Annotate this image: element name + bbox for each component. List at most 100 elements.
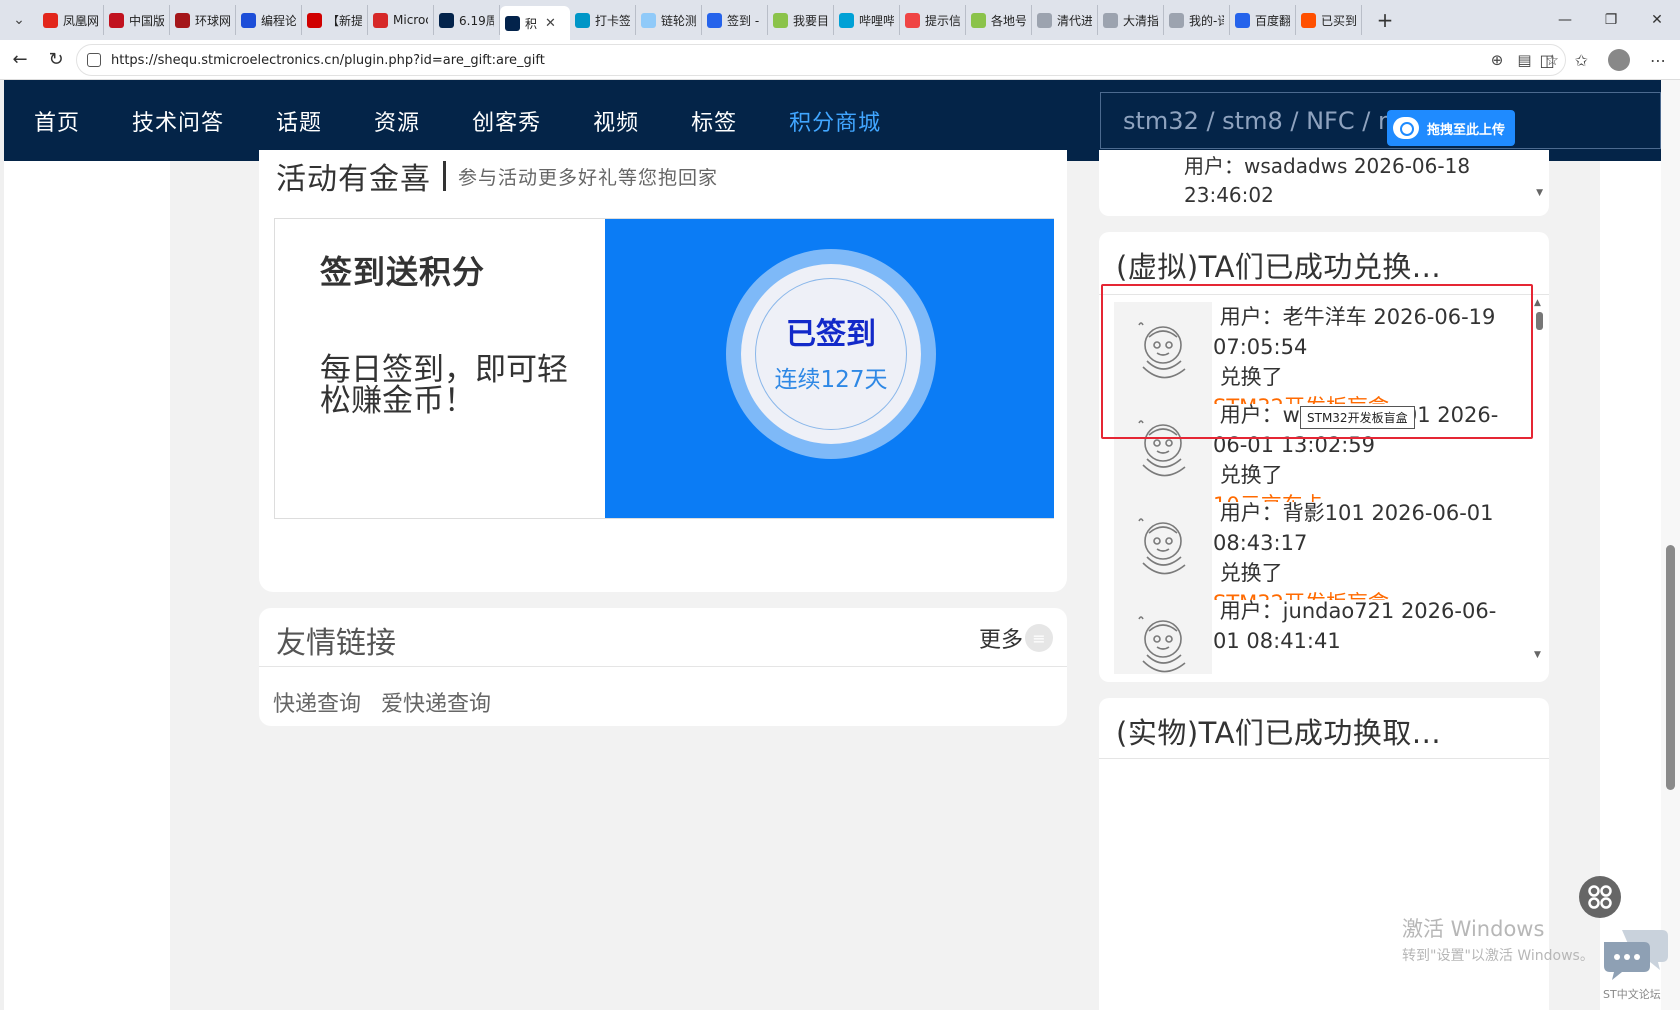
more-options-icon[interactable]: ⋯: [1650, 51, 1666, 70]
exchange-record[interactable]: 用户：背影101 2026-06-01 08:43:17 兑换了STM32开发板…: [1114, 490, 1524, 600]
list-menu-icon: ≡: [1025, 624, 1053, 652]
sign-in-description: 每日签到，即可轻松赚金币！: [320, 352, 568, 419]
nav-item[interactable]: 视频: [563, 80, 639, 161]
record-action: 兑换了: [1219, 561, 1283, 585]
scroll-up-arrow-icon[interactable]: ▲: [1534, 298, 1541, 308]
signed-in-button[interactable]: 已签到 连续127天: [726, 249, 936, 459]
scroll-down-arrow-icon[interactable]: ▼: [1534, 650, 1541, 660]
activity-subtitle: 参与活动更多好礼等您抱回家: [458, 166, 719, 189]
links-more-button[interactable]: 更多 ≡: [979, 622, 1053, 654]
new-tab-plus-icon[interactable]: +: [1370, 8, 1400, 32]
page-scrollbar[interactable]: [1661, 80, 1680, 1010]
mascot-avatar-icon: [1138, 616, 1186, 673]
list-scrollbar[interactable]: ▲ ▼: [1532, 294, 1546, 664]
favorites-list-icon[interactable]: ✩: [1575, 51, 1588, 70]
browser-tab-label: 打卡签: [595, 13, 630, 28]
close-tab-icon[interactable]: ✕: [545, 16, 556, 31]
browser-tab[interactable]: 签到 -: [702, 5, 768, 35]
nav-item[interactable]: 首页: [4, 80, 80, 161]
grid-dots-icon: [1588, 885, 1612, 909]
nav-item[interactable]: 标签: [661, 80, 737, 161]
reader-mode-icon[interactable]: ▤: [1517, 51, 1531, 69]
search-placeholder: stm32 / stm8 / NFC / m: [1123, 106, 1402, 135]
record-text: 用户：背影101 2026-06-01 08:43:17 兑换了STM32开发板…: [1213, 498, 1513, 600]
browser-tab-label: 百度翻: [1255, 13, 1290, 28]
browser-tab[interactable]: 我的-译: [1164, 5, 1230, 35]
search-input[interactable]: stm32 / stm8 / NFC / m: [1100, 92, 1661, 149]
close-window-icon[interactable]: ✕: [1634, 0, 1680, 40]
browser-tab[interactable]: 积 ✕: [500, 6, 570, 40]
nav-item-label: 积分商城: [789, 110, 882, 136]
house-icon: [575, 12, 590, 28]
sign-in-status-area: 已签到 连续127天: [605, 219, 1054, 518]
split-screen-icon[interactable]: ◫: [1539, 51, 1554, 70]
browser-tab[interactable]: 已买到: [1296, 5, 1362, 35]
21ic-icon: [373, 12, 388, 28]
signed-in-circle: 已签到 连续127天: [741, 264, 921, 444]
browser-tab[interactable]: 各地号: [966, 5, 1032, 35]
watermark-line-1: 激活 Windows: [1402, 917, 1545, 941]
browser-tab[interactable]: 凤凰网: [38, 5, 104, 35]
e-icon: [307, 12, 322, 28]
browser-tab[interactable]: 编程论: [236, 5, 302, 35]
h-icon: [707, 12, 722, 28]
sign-in-info: 签到送积分 每日签到，即可轻松赚金币！: [275, 219, 605, 518]
list-scrollbar-thumb[interactable]: [1536, 312, 1543, 330]
nav-item[interactable]: 话题: [246, 80, 322, 161]
nav-menu: 首页 技术问答 话题 资源 创客秀 视频 标签 积分商城: [4, 80, 903, 161]
friendly-link[interactable]: 爱快递查询: [381, 686, 491, 718]
browser-tab[interactable]: 哔哩哔: [834, 5, 900, 35]
gift-icon: [905, 12, 920, 28]
url-text[interactable]: https://shequ.stmicroelectronics.cn/plug…: [111, 53, 545, 68]
browser-toolbar: ◫ ✩ ⋯: [1539, 40, 1666, 80]
browser-tab[interactable]: 提示信: [900, 5, 966, 35]
watermark-line-2: 转到"设置"以激活 Windows。: [1402, 948, 1594, 964]
activity-header: 活动有金喜 参与活动更多好礼等您抱回家: [276, 154, 718, 198]
map-icon: [971, 12, 986, 28]
browser-tab[interactable]: Microc: [368, 5, 434, 35]
browser-tab[interactable]: 打卡签: [570, 5, 636, 35]
browser-tab-label: 我要目: [793, 13, 828, 28]
reload-icon[interactable]: ↻: [38, 42, 74, 78]
browser-tab[interactable]: 大清指: [1098, 5, 1164, 35]
floating-menu-icon[interactable]: [1579, 876, 1621, 918]
gift-tooltip: STM32开发板盲盒: [1300, 406, 1415, 429]
browser-tab[interactable]: 链轮测: [636, 5, 702, 35]
profile-avatar[interactable]: [1608, 49, 1630, 71]
browser-tab[interactable]: 百度翻: [1230, 5, 1296, 35]
restore-icon[interactable]: ❐: [1588, 0, 1634, 40]
browser-tab[interactable]: 中国版: [104, 5, 170, 35]
tab-list-chevron-icon[interactable]: ⌄: [0, 0, 38, 40]
browser-tab[interactable]: 清代进: [1032, 5, 1098, 35]
nav-item[interactable]: 积分商城: [759, 80, 881, 161]
nav-item[interactable]: 创客秀: [442, 80, 541, 161]
nav-item[interactable]: 资源: [344, 80, 420, 161]
tv-icon: [839, 12, 854, 28]
cloud-upload-icon: [1393, 117, 1419, 139]
lock-icon[interactable]: [87, 53, 101, 67]
browser-tab[interactable]: 6.19周: [434, 5, 500, 35]
record-text: 用户：jundao721 2026-06-01 08:41:41: [1213, 596, 1513, 656]
browser-tab[interactable]: 我要目: [768, 5, 834, 35]
browser-tab[interactable]: 【新提: [302, 5, 368, 35]
browser-tab-label: 提示信: [925, 13, 960, 28]
previous-record-text: 用户：wsadadws 2026-06-18 23:46:02: [1184, 154, 1471, 207]
page-scrollbar-thumb[interactable]: [1666, 545, 1675, 790]
browser-tab[interactable]: 环球网: [170, 5, 236, 35]
nav-item[interactable]: 技术问答: [102, 80, 224, 161]
url-field[interactable]: https://shequ.stmicroelectronics.cn/plug…: [76, 44, 1566, 76]
links-list: 快递查询 爱快递查询: [273, 686, 491, 718]
bracket-icon: [1169, 12, 1184, 28]
drag-upload-button[interactable]: 拖拽至此上传: [1387, 110, 1515, 146]
windows-activation-watermark: 激活 Windows 转到"设置"以激活 Windows。: [1402, 913, 1594, 965]
scroll-down-arrow-icon[interactable]: ▼: [1536, 188, 1543, 198]
minimize-icon[interactable]: —: [1542, 0, 1588, 40]
st-icon: [505, 15, 520, 31]
back-arrow-icon[interactable]: ←: [2, 42, 38, 78]
exchange-record[interactable]: 用户：jundao721 2026-06-01 08:41:41: [1114, 588, 1524, 674]
forum-chat-icon[interactable]: [1600, 926, 1670, 982]
zoom-icon[interactable]: ⊕: [1491, 51, 1504, 69]
friendly-link[interactable]: 快递查询: [273, 686, 361, 718]
browser-tab-label: 【新提: [327, 13, 362, 28]
user-avatar: [1114, 498, 1212, 596]
